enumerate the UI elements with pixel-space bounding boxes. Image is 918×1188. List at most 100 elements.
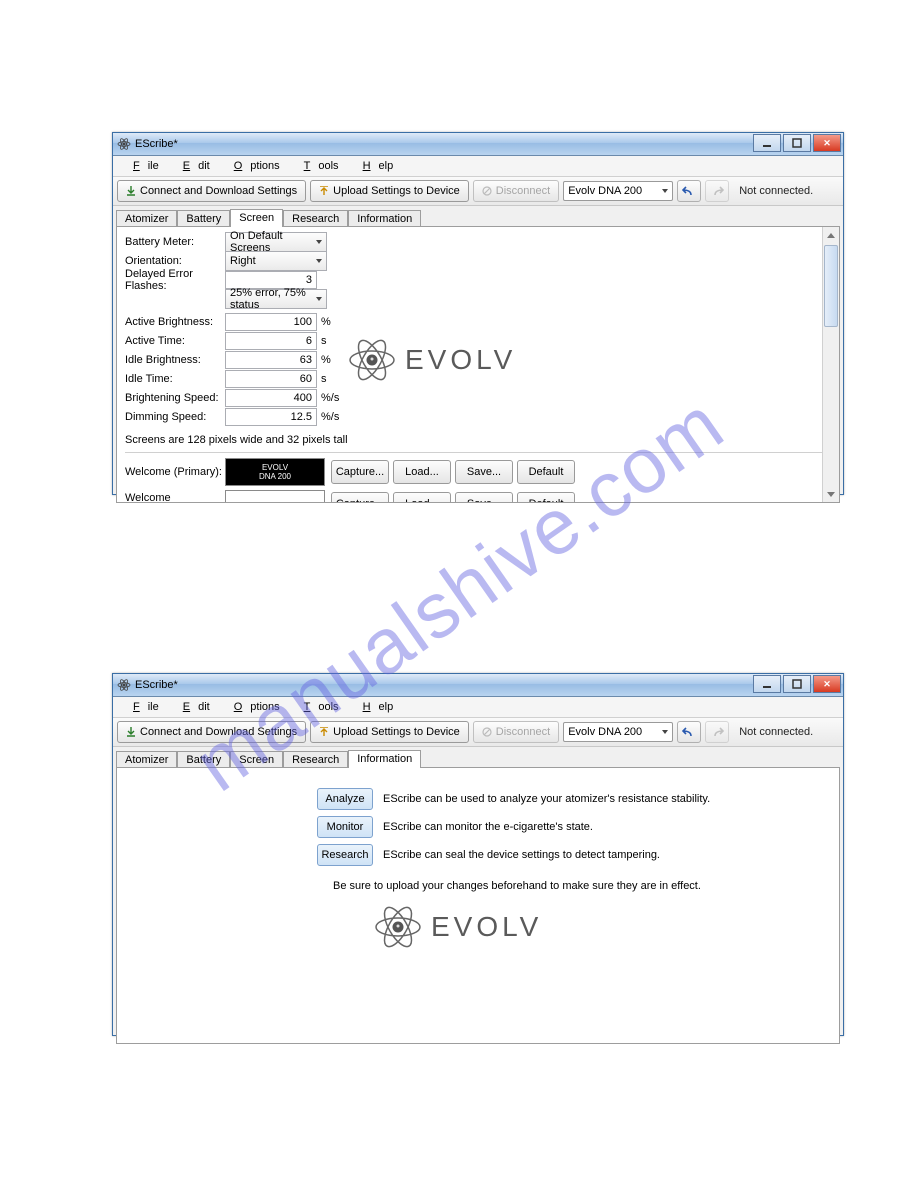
monitor-button[interactable]: Monitor xyxy=(317,816,373,838)
connection-status: Not connected. xyxy=(739,726,813,738)
unit-label: % xyxy=(321,316,331,328)
tab-screen[interactable]: Screen xyxy=(230,751,283,768)
menu-edit[interactable]: Edit xyxy=(167,699,218,715)
tab-screen[interactable]: Screen xyxy=(230,209,283,227)
battery-meter-select[interactable]: On Default Screens xyxy=(225,232,327,252)
chevron-down-icon xyxy=(662,189,668,193)
device-select[interactable]: Evolv DNA 200 xyxy=(563,722,673,742)
scroll-down-arrow[interactable] xyxy=(823,486,839,502)
upload-icon xyxy=(319,727,329,737)
close-button[interactable]: ✕ xyxy=(813,675,841,693)
monitor-description: EScribe can monitor the e-cigarette's st… xyxy=(383,821,593,833)
download-icon xyxy=(126,186,136,196)
delayed-error-label: Delayed Error Flashes: xyxy=(125,268,225,292)
titlebar[interactable]: EScribe* ✕ xyxy=(113,133,843,156)
error-status-select[interactable]: 25% error, 75% status xyxy=(225,289,327,309)
tab-atomizer[interactable]: Atomizer xyxy=(116,210,177,227)
redo-button[interactable] xyxy=(705,721,729,743)
orientation-label: Orientation: xyxy=(125,255,225,267)
brightening-speed-input[interactable]: 400 xyxy=(225,389,317,407)
menu-tools[interactable]: Tools xyxy=(288,158,347,174)
evolv-logo: EVOLV xyxy=(373,902,835,952)
tab-research[interactable]: Research xyxy=(283,751,348,768)
undo-button[interactable] xyxy=(677,721,701,743)
atom-icon xyxy=(373,902,423,952)
battery-meter-label: Battery Meter: xyxy=(125,236,225,248)
default-button[interactable]: Default xyxy=(517,460,575,484)
scroll-up-arrow[interactable] xyxy=(823,227,839,243)
chevron-down-icon xyxy=(316,240,322,244)
menu-file[interactable]: File xyxy=(117,158,167,174)
unit-label: s xyxy=(321,335,327,347)
menu-tools[interactable]: Tools xyxy=(288,699,347,715)
window-title: EScribe* xyxy=(135,138,178,150)
tab-research[interactable]: Research xyxy=(283,210,348,227)
atom-icon xyxy=(347,335,397,385)
maximize-button[interactable] xyxy=(783,134,811,152)
orientation-select[interactable]: Right xyxy=(225,251,327,271)
connection-status: Not connected. xyxy=(739,185,813,197)
tab-information[interactable]: Information xyxy=(348,750,421,768)
analyze-button[interactable]: Analyze xyxy=(317,788,373,810)
scrollbar[interactable] xyxy=(822,227,839,502)
evolv-logo: EVOLV xyxy=(347,335,516,385)
upload-icon xyxy=(319,186,329,196)
disconnect-button: Disconnect xyxy=(473,721,559,743)
minimize-button[interactable] xyxy=(753,675,781,693)
app-icon xyxy=(117,137,131,151)
chevron-down-icon xyxy=(316,259,322,263)
redo-button[interactable] xyxy=(705,180,729,202)
load-button[interactable]: Load... xyxy=(393,460,451,484)
brightening-speed-label: Brightening Speed: xyxy=(125,392,225,404)
idle-time-label: Idle Time: xyxy=(125,373,225,385)
menu-options[interactable]: Options xyxy=(218,699,288,715)
chevron-down-icon xyxy=(316,297,322,301)
menu-edit[interactable]: Edit xyxy=(167,158,218,174)
undo-button[interactable] xyxy=(677,180,701,202)
save-button[interactable]: Save... xyxy=(455,460,513,484)
idle-brightness-input[interactable]: 63 xyxy=(225,351,317,369)
active-time-input[interactable]: 6 xyxy=(225,332,317,350)
unit-label: %/s xyxy=(321,411,339,423)
active-brightness-input[interactable]: 100 xyxy=(225,313,317,331)
menu-options[interactable]: Options xyxy=(218,158,288,174)
save-button[interactable]: Save... xyxy=(455,492,513,503)
tab-battery[interactable]: Battery xyxy=(177,751,230,768)
tab-atomizer[interactable]: Atomizer xyxy=(116,751,177,768)
information-panel: Analyze EScribe can be used to analyze y… xyxy=(116,767,840,1044)
idle-brightness-label: Idle Brightness: xyxy=(125,354,225,366)
menu-help[interactable]: Help xyxy=(347,158,402,174)
welcome-secondary-label: Welcome (Secondary): xyxy=(125,492,225,503)
menu-help[interactable]: Help xyxy=(347,699,402,715)
default-button[interactable]: Default xyxy=(517,492,575,503)
analyze-description: EScribe can be used to analyze your atom… xyxy=(383,793,710,805)
unit-label: %/s xyxy=(321,392,339,404)
toolbar: Connect and Download Settings Upload Set… xyxy=(113,718,843,747)
research-button[interactable]: Research xyxy=(317,844,373,866)
load-button[interactable]: Load... xyxy=(393,492,451,503)
connect-download-button[interactable]: Connect and Download Settings xyxy=(117,721,306,743)
toolbar: Connect and Download Settings Upload Set… xyxy=(113,177,843,206)
idle-time-input[interactable]: 60 xyxy=(225,370,317,388)
tab-information[interactable]: Information xyxy=(348,210,421,227)
device-select[interactable]: Evolv DNA 200 xyxy=(563,181,673,201)
maximize-button[interactable] xyxy=(783,675,811,693)
capture-button[interactable]: Capture... xyxy=(331,492,389,503)
app-icon xyxy=(117,678,131,692)
titlebar[interactable]: EScribe* ✕ xyxy=(113,674,843,697)
tab-battery[interactable]: Battery xyxy=(177,210,230,227)
upload-button[interactable]: Upload Settings to Device xyxy=(310,721,469,743)
upload-button[interactable]: Upload Settings to Device xyxy=(310,180,469,202)
close-button[interactable]: ✕ xyxy=(813,134,841,152)
connect-download-button[interactable]: Connect and Download Settings xyxy=(117,180,306,202)
dimming-speed-input[interactable]: 12.5 xyxy=(225,408,317,426)
menubar: File Edit Options Tools Help xyxy=(113,156,843,177)
welcome-primary-label: Welcome (Primary): xyxy=(125,466,225,478)
scroll-thumb[interactable] xyxy=(824,245,838,327)
chevron-down-icon xyxy=(662,730,668,734)
minimize-button[interactable] xyxy=(753,134,781,152)
active-brightness-label: Active Brightness: xyxy=(125,316,225,328)
escribe-window-information: EScribe* ✕ File Edit Options Tools Help … xyxy=(112,673,844,1036)
capture-button[interactable]: Capture... xyxy=(331,460,389,484)
menu-file[interactable]: File xyxy=(117,699,167,715)
